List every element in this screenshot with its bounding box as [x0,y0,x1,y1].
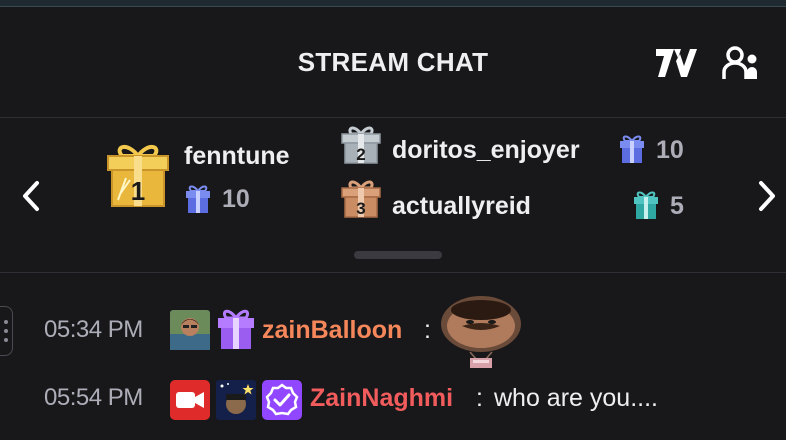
gold-gift-icon: 1 [104,140,172,208]
rank-number: 1 [131,176,145,206]
leaderboard-name-3[interactable]: actuallyreid [392,192,531,221]
7tv-icon[interactable] [654,43,698,83]
leaderboard-count-2: 10 [656,136,684,164]
leaderboard-name-1[interactable]: fenntune [184,142,290,171]
community-icon[interactable] [720,43,764,83]
message-colon: : [424,316,431,344]
sub-gift-icon [184,184,212,214]
night-sky-avatar[interactable] [216,380,256,420]
video-camera-badge-icon[interactable] [170,380,210,420]
verified-badge-icon[interactable] [262,380,302,420]
chevron-left-icon[interactable] [16,176,46,216]
rank-number: 3 [356,199,365,218]
chat-username[interactable]: zainBalloon [262,316,402,345]
silver-gift-icon: 2 [340,124,382,164]
rank-number: 2 [356,145,365,164]
chevron-right-icon[interactable] [752,176,782,216]
chat-username[interactable]: ZainNaghmi [310,384,453,413]
chat-message: 05:34 PM zainBalloon : [0,296,786,368]
gift-leaderboard: 1 fenntune 10 2 doritos_enjoyer 10 3 act… [0,118,786,273]
sub-gifter-badge-icon[interactable] [216,308,256,349]
sub-gift-teal-icon [632,190,660,220]
message-timestamp: 05:54 PM [44,384,143,411]
leaderboard-count-3: 5 [670,192,684,220]
avatar[interactable] [170,310,210,350]
chat-message: 05:54 PM ZainNaghmi : who are you.... [0,364,786,424]
message-colon: : [476,384,483,412]
window-top-border [0,0,786,7]
message-timestamp: 05:34 PM [44,316,143,343]
bronze-gift-icon: 3 [340,178,382,218]
leaderboard-name-2[interactable]: doritos_enjoyer [392,136,580,165]
leaderboard-count-1: 10 [222,185,250,213]
message-text: who are you.... [494,384,658,412]
face-balloon-emote[interactable] [440,296,522,370]
sub-gift-icon [618,134,646,164]
chat-header: STREAM CHAT [0,7,786,118]
leaderboard-collapse-handle[interactable] [354,251,442,259]
